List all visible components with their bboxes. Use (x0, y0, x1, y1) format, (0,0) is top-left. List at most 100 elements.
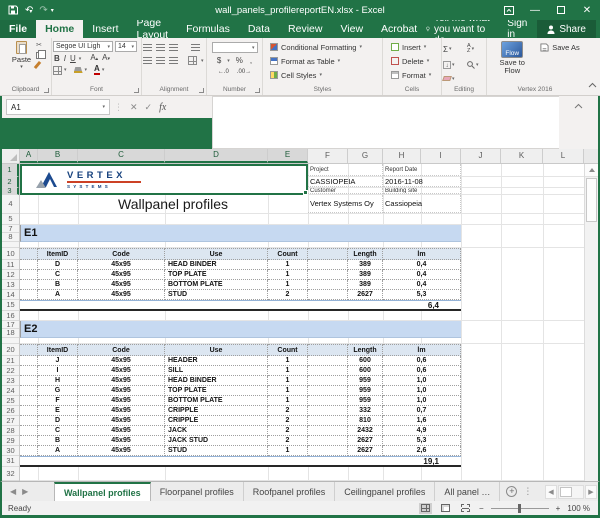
cell[interactable]: 45x95 (78, 290, 165, 300)
cell[interactable] (20, 376, 38, 386)
report-date-label[interactable]: Report Date (383, 164, 461, 176)
column-header-G[interactable]: G (348, 149, 383, 163)
cell[interactable]: 45x95 (78, 436, 165, 446)
new-sheet-button[interactable]: + (506, 486, 517, 497)
cell[interactable]: lm (383, 248, 461, 260)
cell[interactable]: 1,0 (383, 396, 461, 406)
column-header-I[interactable]: I (421, 149, 461, 163)
cell[interactable]: CRIPPLE (165, 416, 268, 426)
zoom-slider[interactable] (491, 508, 549, 509)
cell[interactable]: 389 (348, 280, 383, 290)
cell[interactable]: 5,3 (383, 290, 461, 300)
page-layout-view-button[interactable] (439, 503, 452, 514)
save-to-flow-button[interactable]: Flow Save to Flow (490, 40, 534, 84)
normal-view-button[interactable] (419, 503, 432, 514)
cell[interactable]: 1 (268, 446, 308, 456)
sheet-tab-all-panel-[interactable]: All panel … (435, 482, 500, 501)
cell[interactable]: B (38, 280, 78, 290)
row-header-11[interactable]: 11 (2, 260, 19, 270)
cell[interactable]: 1,0 (383, 376, 461, 386)
cell[interactable] (308, 270, 348, 280)
cell[interactable]: 0,4 (383, 270, 461, 280)
ribbon-tab-acrobat[interactable]: Acrobat (372, 20, 426, 38)
font-name-select[interactable]: Segoe UI Ligh▾ (53, 41, 113, 52)
cell[interactable]: F (38, 396, 78, 406)
cancel-formula-icon[interactable]: ✕ (130, 102, 138, 113)
cell[interactable]: 2432 (348, 426, 383, 436)
redo-button[interactable]: ↷ (39, 5, 47, 16)
cell[interactable]: 810 (348, 416, 383, 426)
sheet-tab-ceilingpanel-profiles[interactable]: Ceilingpanel profiles (335, 482, 435, 501)
page-break-view-button[interactable] (459, 503, 472, 514)
cell[interactable]: 1 (268, 260, 308, 270)
customize-qat-button[interactable]: ▾ (51, 7, 54, 14)
cell[interactable]: H (38, 376, 78, 386)
cell[interactable]: 45x95 (78, 356, 165, 366)
cell[interactable] (308, 426, 348, 436)
ribbon-tab-page-layout[interactable]: Page Layout (128, 20, 178, 38)
cell[interactable]: D (38, 416, 78, 426)
cell[interactable]: 2627 (348, 446, 383, 456)
cell[interactable]: J (38, 356, 78, 366)
cell[interactable]: 5,3 (383, 436, 461, 446)
cell[interactable]: Code (78, 344, 165, 356)
font-dialog-launcher-icon[interactable] (134, 88, 139, 93)
row-header-13[interactable]: 13 (2, 280, 19, 290)
autosum-button[interactable]: Σ▾ (443, 45, 461, 54)
cell[interactable]: Count (268, 248, 308, 260)
align-center-icon[interactable] (156, 57, 165, 64)
zoom-level[interactable]: 100 % (567, 504, 590, 513)
clear-button[interactable]: ▾ (443, 76, 461, 82)
cell[interactable] (20, 290, 38, 300)
row-header-21[interactable]: 21 (2, 356, 19, 366)
cell[interactable]: ItemID (38, 344, 78, 356)
conditional-formatting-button[interactable]: Conditional Formatting▾ (270, 40, 381, 54)
row-header-17[interactable]: 17 (2, 321, 19, 329)
cell[interactable]: STUD (165, 290, 268, 300)
cell[interactable]: 0,7 (383, 406, 461, 416)
selected-logo-cell[interactable]: VERTEX SYSTEMS (20, 164, 308, 195)
ribbon-tab-view[interactable]: View (331, 20, 372, 38)
cell[interactable] (20, 436, 38, 446)
cell[interactable] (20, 426, 38, 436)
cell[interactable] (20, 248, 38, 260)
cell[interactable] (308, 290, 348, 300)
font-size-select[interactable]: 14▾ (115, 41, 137, 52)
borders-icon[interactable] (53, 66, 62, 75)
cell[interactable] (20, 406, 38, 416)
row-header-3[interactable]: 3 (2, 188, 19, 195)
total-E2[interactable]: 19,1 (20, 456, 461, 467)
cell[interactable]: 2 (268, 426, 308, 436)
cell[interactable]: SILL (165, 366, 268, 376)
section-header-E1[interactable]: E1 (20, 225, 461, 242)
cell[interactable]: A (38, 290, 78, 300)
cell[interactable]: 1 (268, 280, 308, 290)
cell[interactable] (308, 416, 348, 426)
project-value[interactable]: CASSIOPEIA (308, 177, 383, 187)
ribbon-tab-data[interactable]: Data (239, 20, 279, 38)
row-header-8[interactable]: 8 (2, 233, 19, 242)
row-header-20[interactable]: 20 (2, 344, 19, 356)
increase-decimal-button[interactable]: ←.0 (217, 67, 230, 77)
row-header-10[interactable]: 10 (2, 248, 19, 260)
column-header-L[interactable]: L (543, 149, 584, 163)
row-header-2[interactable]: 2 (2, 177, 19, 188)
row-header-25[interactable]: 25 (2, 396, 19, 406)
undo-button[interactable]: ↶▾ (25, 5, 32, 16)
percent-format-button[interactable]: % (235, 56, 244, 66)
row-header-16[interactable]: 16 (2, 311, 19, 321)
horizontal-scrollbar[interactable]: ◀ ▶ (545, 482, 598, 501)
building-site-value[interactable]: Cassiopeia (383, 195, 461, 213)
cell[interactable]: 2,6 (383, 446, 461, 456)
cell[interactable] (308, 366, 348, 376)
ribbon-tab-formulas[interactable]: Formulas (177, 20, 239, 38)
cell[interactable]: 45x95 (78, 376, 165, 386)
column-header-F[interactable]: F (308, 149, 348, 163)
cell[interactable] (20, 366, 38, 376)
cell[interactable] (308, 376, 348, 386)
cell[interactable]: 1 (268, 270, 308, 280)
selection-fill-handle[interactable] (303, 190, 308, 195)
ribbon-tab-review[interactable]: Review (279, 20, 331, 38)
cell[interactable]: 2 (268, 406, 308, 416)
cell[interactable] (20, 280, 38, 290)
